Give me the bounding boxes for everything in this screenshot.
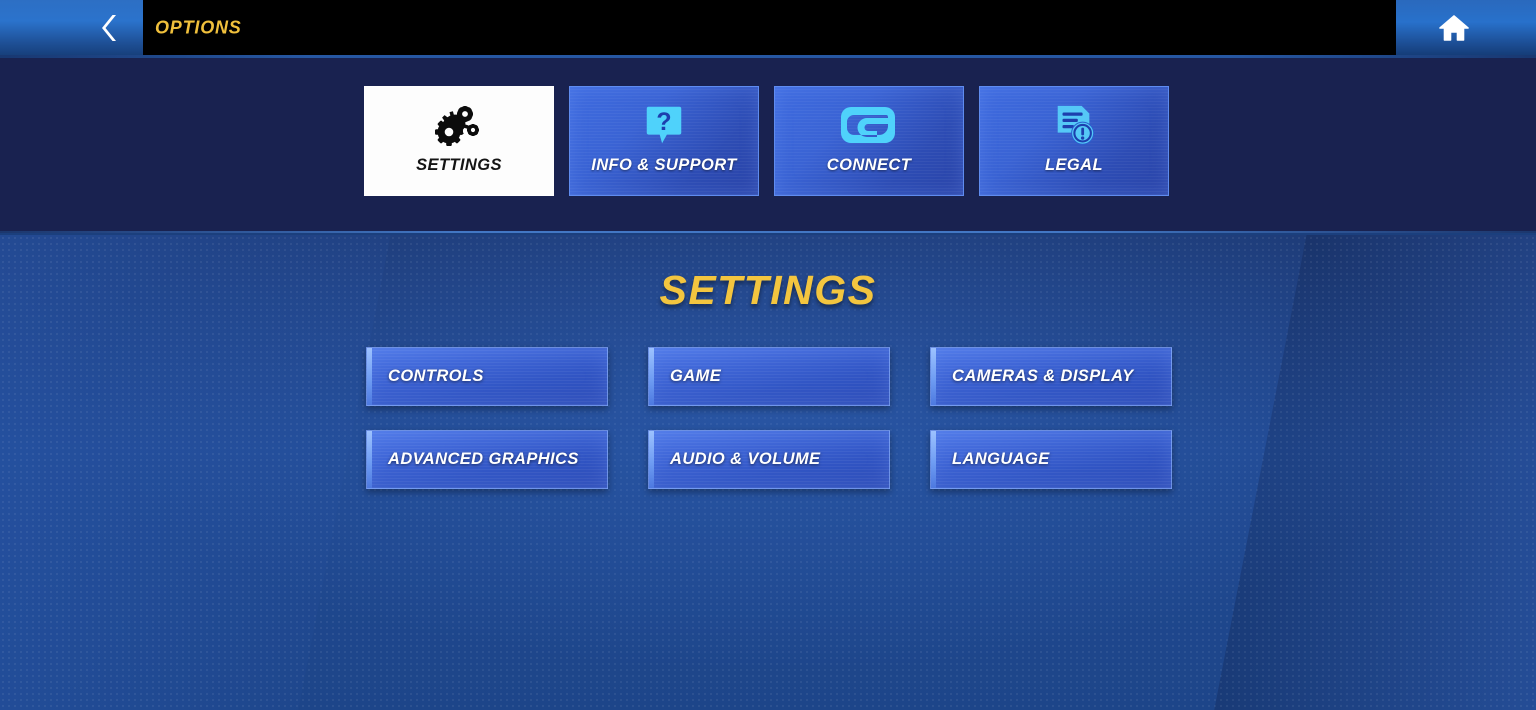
menu-button-label: AUDIO & VOLUME — [670, 450, 821, 468]
header-underline — [0, 55, 1536, 58]
menu-button-controls[interactable]: CONTROLS — [366, 347, 608, 406]
tab-info-support[interactable]: ? INFO & SUPPORT — [569, 86, 759, 196]
tab-label: LEGAL — [1045, 156, 1103, 174]
tab-label: CONNECT — [826, 156, 912, 174]
menu-button-label: GAME — [670, 367, 722, 385]
menu-button-label: ADVANCED GRAPHICS — [388, 450, 579, 468]
tab-label: SETTINGS — [416, 156, 502, 174]
settings-menu-grid: CONTROLS GAME CAMERAS & DISPLAY ADVANCED… — [366, 347, 1172, 489]
tab-settings[interactable]: SETTINGS — [364, 86, 554, 196]
title-bar: OPTIONS — [143, 0, 1396, 55]
document-alert-icon — [1051, 101, 1097, 149]
menu-button-game[interactable]: GAME — [648, 347, 890, 406]
svg-text:?: ? — [656, 108, 671, 136]
menu-button-label: CAMERAS & DISPLAY — [952, 367, 1134, 385]
gameloft-logo-icon — [841, 101, 897, 149]
top-bar: OPTIONS — [0, 0, 1536, 55]
gears-icon — [431, 101, 487, 149]
menu-button-advanced-graphics[interactable]: ADVANCED GRAPHICS — [366, 430, 608, 489]
question-bubble-icon: ? — [641, 101, 687, 149]
back-button[interactable] — [0, 0, 143, 55]
tab-list: SETTINGS ? INFO & SUPPORT CONNECT LEGAL — [364, 86, 1169, 196]
home-button[interactable] — [1396, 0, 1536, 55]
tab-connect[interactable]: CONNECT — [774, 86, 964, 196]
settings-page-title: SETTINGS — [659, 267, 877, 313]
menu-button-label: LANGUAGE — [952, 450, 1050, 468]
menu-button-language[interactable]: LANGUAGE — [930, 430, 1172, 489]
menu-button-label: CONTROLS — [388, 367, 484, 385]
tab-legal[interactable]: LEGAL — [979, 86, 1169, 196]
home-icon — [1439, 14, 1469, 41]
tab-strip: SETTINGS ? INFO & SUPPORT CONNECT LEGAL — [0, 58, 1536, 233]
page-title-header: OPTIONS — [155, 17, 242, 37]
main-content: SETTINGS CONTROLS GAME CAMERAS & DISPLAY… — [0, 235, 1536, 710]
menu-button-cameras-display[interactable]: CAMERAS & DISPLAY — [930, 347, 1172, 406]
chevron-left-icon — [102, 14, 116, 41]
tab-label: INFO & SUPPORT — [591, 156, 737, 174]
menu-button-audio-volume[interactable]: AUDIO & VOLUME — [648, 430, 890, 489]
